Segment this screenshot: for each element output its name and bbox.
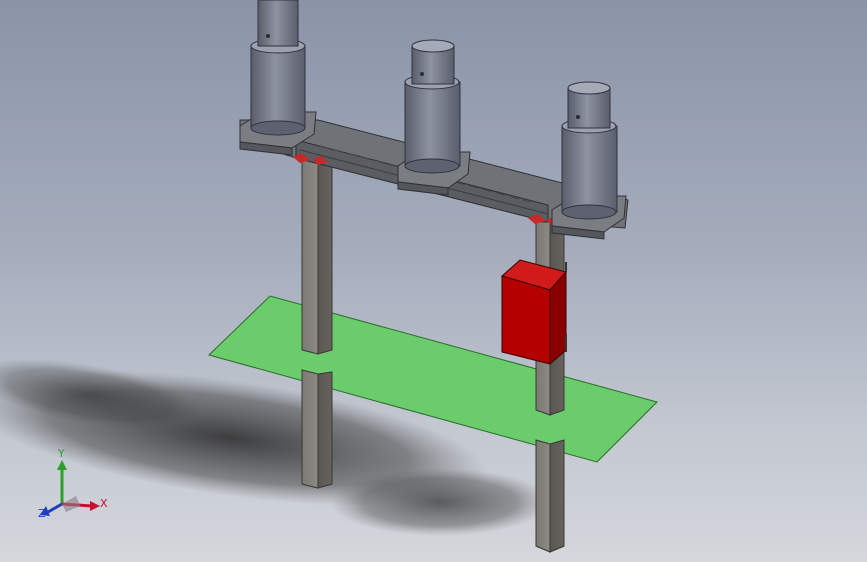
left-post-lower xyxy=(301,369,333,489)
z-axis-label: Z xyxy=(38,507,46,520)
reference-triad: Y X Z xyxy=(36,448,116,528)
insulator-left[interactable] xyxy=(250,0,306,136)
x-arrowhead-icon xyxy=(90,501,100,511)
insulator-right[interactable] xyxy=(561,81,618,220)
z-axis-arrow xyxy=(47,502,63,514)
model-scene[interactable] xyxy=(0,0,867,562)
graphics-viewport[interactable]: Y X Z xyxy=(0,0,867,562)
left-post-upper xyxy=(301,159,333,355)
triad-axes xyxy=(40,460,100,516)
control-box[interactable] xyxy=(500,259,567,366)
insulator-middle[interactable] xyxy=(404,39,461,174)
right-post-lower xyxy=(535,439,565,553)
triad-plane-icon xyxy=(62,496,80,512)
x-axis-label: X xyxy=(100,497,108,510)
y-arrowhead-icon xyxy=(57,460,67,470)
y-axis-label: Y xyxy=(58,447,65,460)
